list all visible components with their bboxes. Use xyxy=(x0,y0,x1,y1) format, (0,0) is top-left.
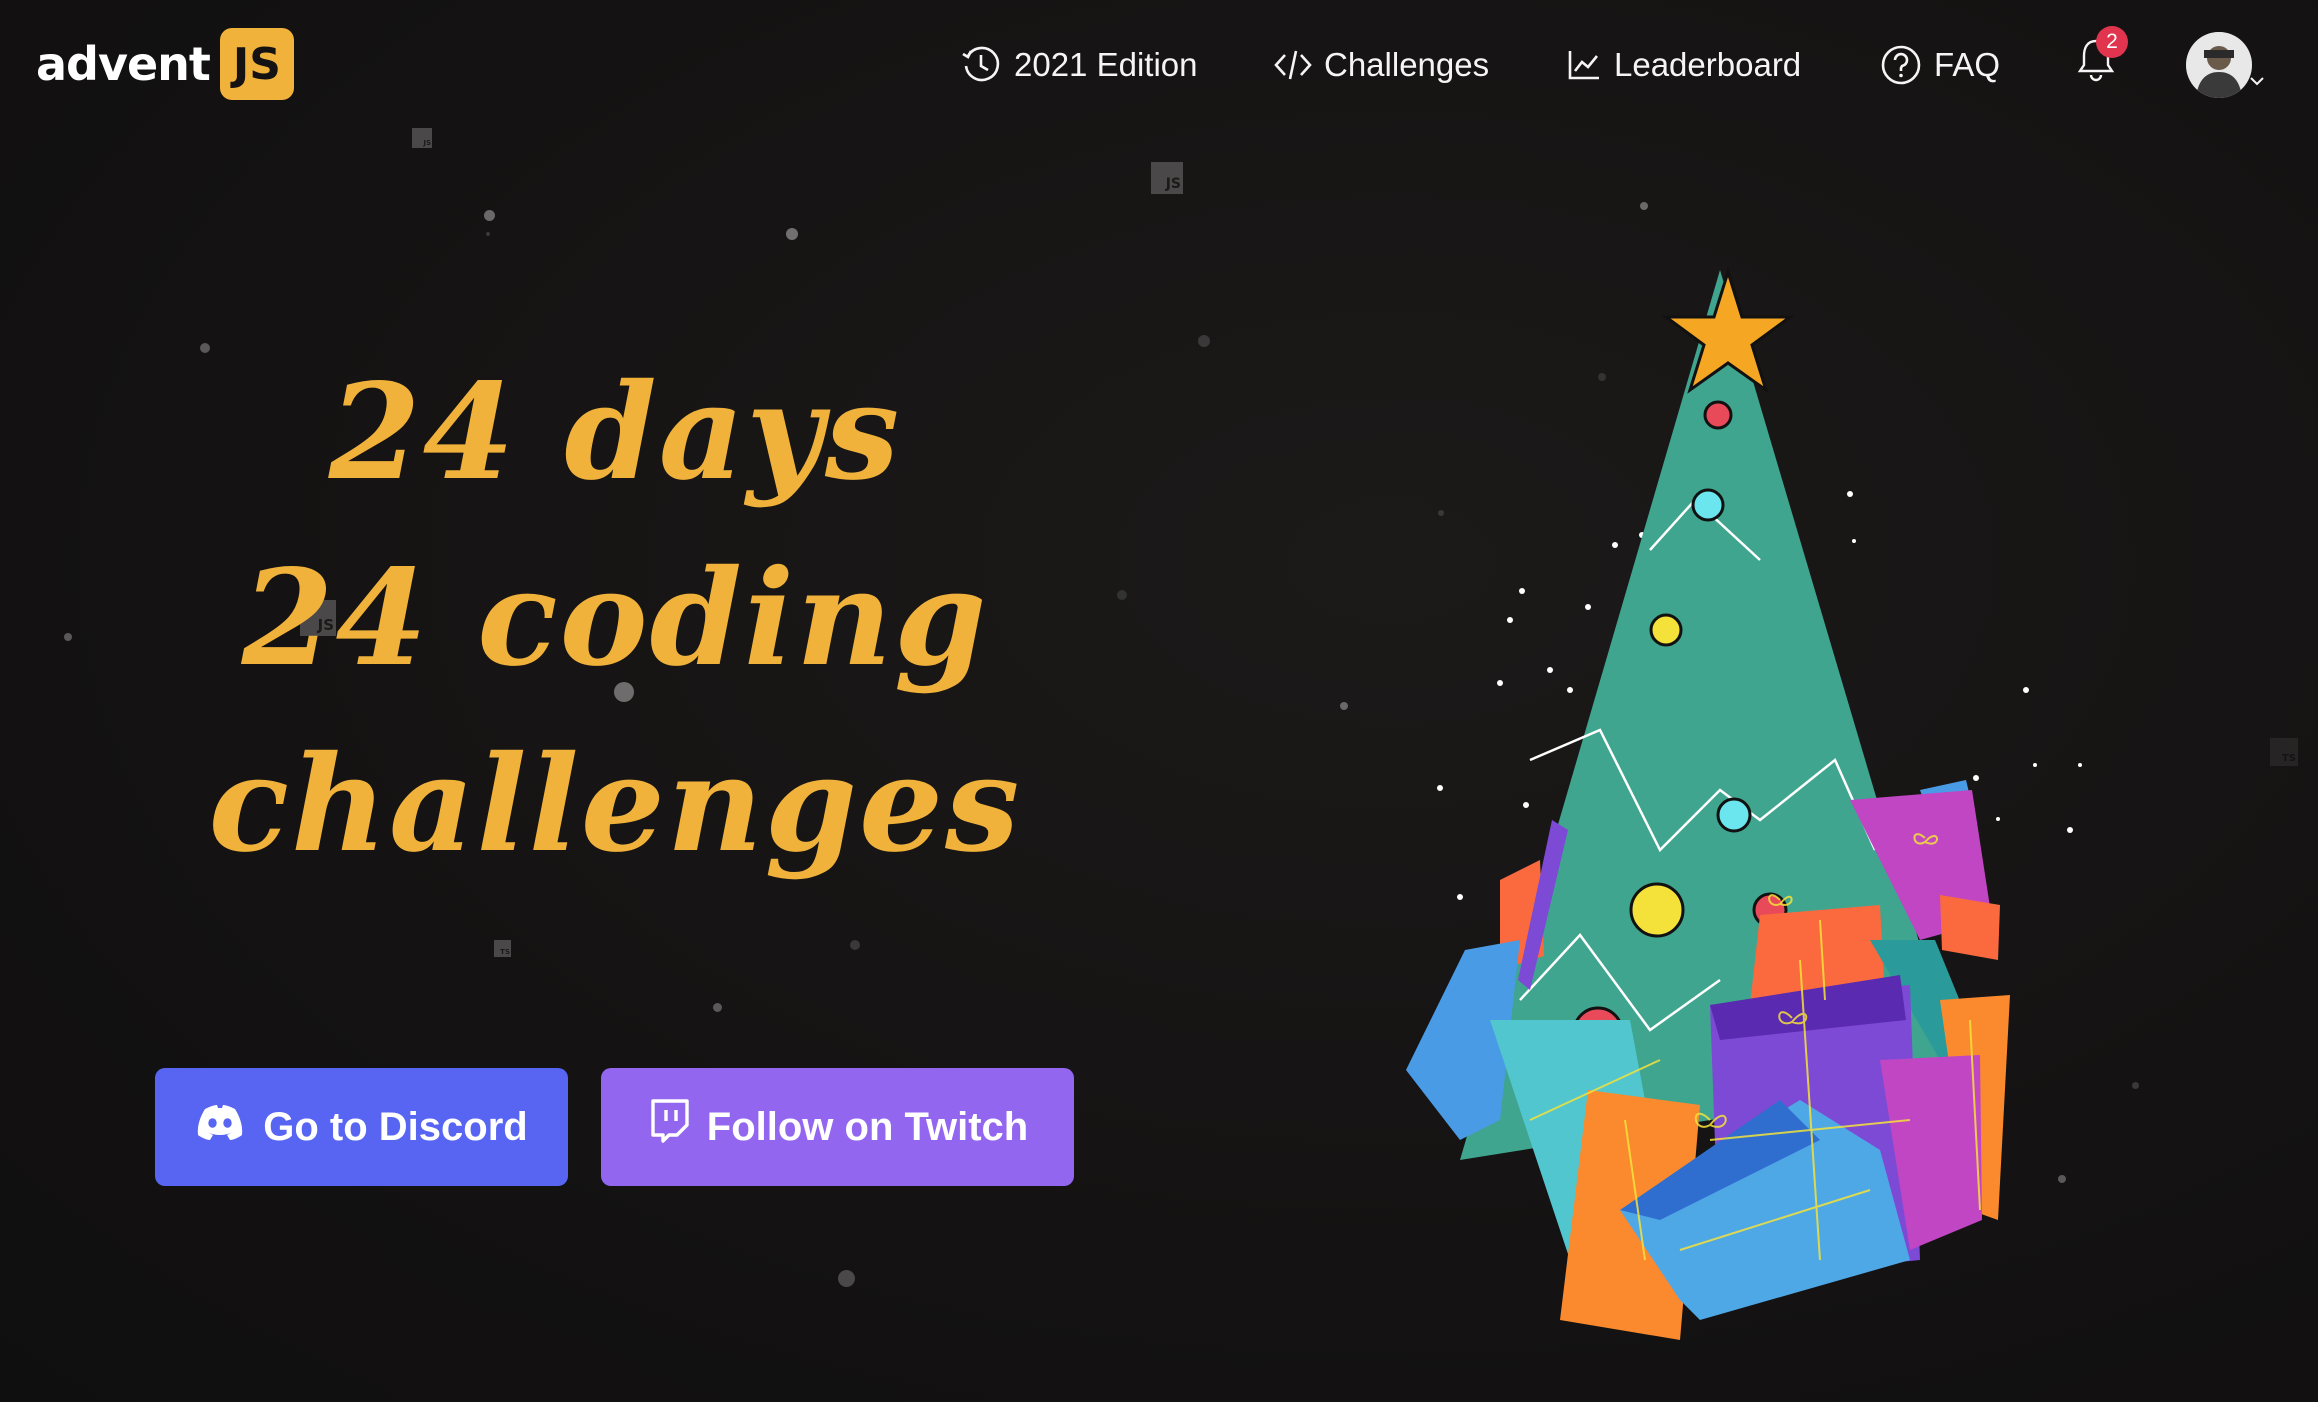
question-circle-icon xyxy=(1880,44,1922,86)
discord-icon xyxy=(195,1103,245,1151)
hero-line-1: 24 days xyxy=(328,355,902,510)
snow-dot xyxy=(786,228,798,240)
page: JS JS JS TS TS advent JS 2021 Edition Ch… xyxy=(0,0,2318,1402)
nav-label: FAQ xyxy=(1934,46,2001,83)
js-particle: JS xyxy=(1151,162,1183,194)
snow-dot xyxy=(64,633,72,641)
nav-label: Challenges xyxy=(1324,46,1490,83)
code-icon xyxy=(1274,46,1312,84)
hero-line-2: 24 coding xyxy=(241,541,989,696)
clock-history-icon xyxy=(960,44,1002,86)
snow-dot xyxy=(484,210,495,221)
snow-dot xyxy=(2132,1082,2139,1089)
snow-dot xyxy=(850,940,860,950)
snow-dot xyxy=(1198,335,1210,347)
logo-word: advent xyxy=(36,37,211,91)
nav-leaderboard[interactable]: Leaderboard xyxy=(1566,30,1801,100)
hero-headline: 24 days 24 coding challenges xyxy=(200,340,1030,898)
hero-line-3: challenges xyxy=(208,727,1022,882)
twitch-icon xyxy=(647,1099,689,1155)
avatar[interactable] xyxy=(2186,32,2252,98)
nav-label: 2021 Edition xyxy=(1014,46,1198,83)
notification-badge: 2 xyxy=(2096,26,2128,58)
chart-line-icon xyxy=(1566,47,1602,83)
chevron-down-icon[interactable] xyxy=(2248,72,2266,90)
discord-button[interactable]: Go to Discord xyxy=(155,1068,568,1186)
header: advent JS 2021 Edition Challenges Leader… xyxy=(0,0,2318,130)
ts-particle: TS xyxy=(2270,738,2298,766)
snow-dot xyxy=(1340,702,1348,710)
ts-particle: TS xyxy=(494,940,511,957)
nav-faq[interactable]: FAQ xyxy=(1880,30,2000,100)
nav-challenges[interactable]: Challenges xyxy=(1274,30,1489,100)
snow-dot xyxy=(838,1270,855,1287)
christmas-tree-illustration xyxy=(1406,266,2082,1340)
twitch-button-label: Follow on Twitch xyxy=(706,1104,1029,1149)
snow-dot xyxy=(1640,202,1648,210)
snow-dot xyxy=(486,232,490,236)
nav-2021-edition[interactable]: 2021 Edition xyxy=(960,30,1197,100)
site-logo[interactable]: advent JS xyxy=(36,28,294,100)
logo-badge: JS xyxy=(219,28,294,100)
discord-button-label: Go to Discord xyxy=(263,1104,528,1149)
js-particle: JS xyxy=(412,128,432,148)
snow-dot xyxy=(1117,590,1127,600)
twitch-button[interactable]: Follow on Twitch xyxy=(601,1068,1074,1186)
nav-label: Leaderboard xyxy=(1614,46,1802,83)
snow-dot xyxy=(713,1003,722,1012)
